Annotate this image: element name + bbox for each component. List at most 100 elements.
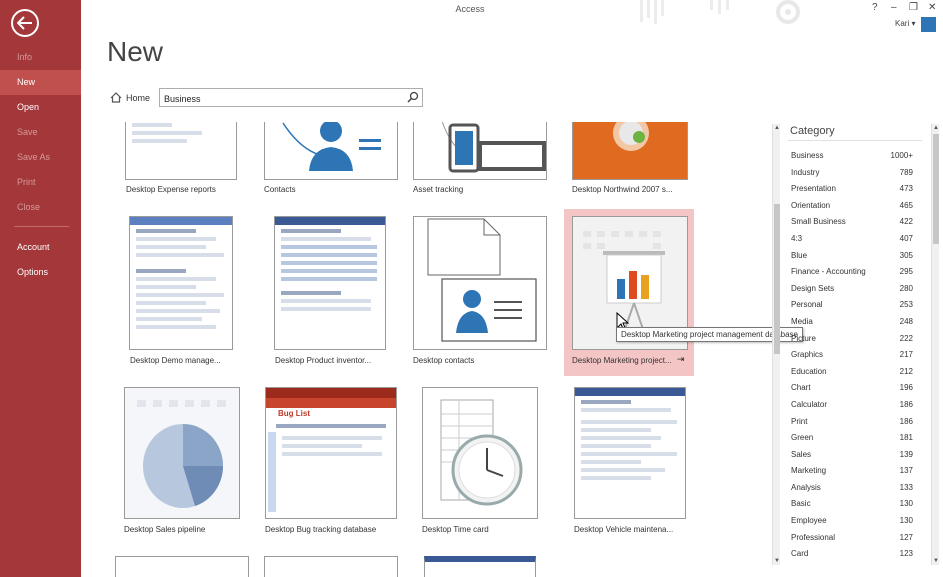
category-name: Card <box>791 549 809 559</box>
category-item[interactable]: Small Business 422 <box>791 216 913 233</box>
category-item[interactable]: Media 248 <box>791 316 913 333</box>
nav-account[interactable]: Account <box>0 235 81 260</box>
user-name[interactable]: Kari ▾ <box>895 19 915 28</box>
category-item[interactable]: Chart 196 <box>791 382 913 399</box>
category-item[interactable]: Sales 139 <box>791 449 913 466</box>
minimize-button[interactable]: – <box>891 2 897 13</box>
scroll-up-arrow-icon[interactable]: ▲ <box>773 124 781 132</box>
computer-icon <box>441 122 546 173</box>
category-name: Chart <box>791 383 811 393</box>
category-name: Education <box>791 366 827 376</box>
nav-save-as[interactable]: Save As <box>0 145 81 170</box>
search-input[interactable] <box>160 90 400 108</box>
back-button[interactable] <box>11 9 39 37</box>
category-item[interactable]: Professional 127 <box>791 532 913 549</box>
category-name: Sales <box>791 449 812 459</box>
help-button[interactable]: ? <box>872 2 878 13</box>
template-thumbnail[interactable] <box>115 556 249 577</box>
template-name: Contacts <box>264 185 296 194</box>
template-thumbnail <box>413 216 547 350</box>
category-item[interactable]: Employee 130 <box>791 515 913 532</box>
category-count: 139 <box>899 449 913 459</box>
title-bar-decoration <box>640 0 800 24</box>
category-item[interactable]: Graphics 217 <box>791 349 913 366</box>
chevron-down-icon: ▾ <box>911 19 916 28</box>
northwind-logo-icon <box>613 122 649 151</box>
close-window-button[interactable]: ✕ <box>928 2 936 13</box>
category-item[interactable]: Blue 305 <box>791 250 913 267</box>
scrollbar-thumb[interactable] <box>933 134 939 244</box>
category-count: 248 <box>899 316 913 326</box>
category-item[interactable]: Industry 789 <box>791 167 913 184</box>
template-thumbnail <box>572 122 688 180</box>
category-count: 407 <box>899 233 913 243</box>
category-name: Industry <box>791 167 820 177</box>
template-name: Desktop Sales pipeline <box>124 525 206 534</box>
template-gallery: Desktop Expense reports Contacts Asset t… <box>110 122 762 577</box>
nav-options[interactable]: Options <box>0 260 81 285</box>
home-label: Home <box>126 92 151 103</box>
search-icon[interactable] <box>407 91 419 103</box>
category-scrollbar[interactable]: ▲ ▼ <box>931 124 939 565</box>
template-name: Desktop Expense reports <box>126 185 216 194</box>
category-list: Business 1000+ Industry 789 Presentation 473 O… <box>791 150 913 565</box>
template-name: Desktop Demo manage... <box>130 356 221 365</box>
category-item[interactable]: Calculator 186 <box>791 399 913 416</box>
category-item[interactable]: Print 186 <box>791 416 913 433</box>
template-name: Desktop Northwind 2007 s... <box>572 185 673 194</box>
avatar[interactable] <box>921 17 936 32</box>
nav-close[interactable]: Close <box>0 195 81 220</box>
category-item[interactable]: 4:3 407 <box>791 233 913 250</box>
category-item[interactable]: Personal 253 <box>791 299 913 316</box>
nav-info[interactable]: Info <box>0 45 81 70</box>
search-box <box>159 88 423 108</box>
restore-button[interactable]: ❐ <box>909 2 918 13</box>
category-name: Blue <box>791 250 808 260</box>
scrollbar-thumb[interactable] <box>774 204 780 354</box>
pin-icon[interactable]: ⇥ <box>677 354 685 365</box>
category-item[interactable]: Orientation 465 <box>791 200 913 217</box>
category-name: Design Sets <box>791 283 835 293</box>
clock-icon <box>440 399 523 506</box>
category-name: 4:3 <box>791 233 803 243</box>
template-thumbnail <box>274 216 386 350</box>
back-arrow-icon <box>17 16 32 30</box>
category-name: Graphics <box>791 350 824 360</box>
scroll-down-arrow-icon[interactable]: ▼ <box>932 557 940 565</box>
category-item[interactable]: Analysis 133 <box>791 482 913 499</box>
category-name: Picture <box>791 333 816 343</box>
category-item[interactable]: Design Sets 280 <box>791 283 913 300</box>
category-name: Analysis <box>791 482 821 492</box>
category-item[interactable]: Green 181 <box>791 432 913 449</box>
category-item[interactable]: Card 123 <box>791 548 913 565</box>
nav-print[interactable]: Print <box>0 170 81 195</box>
template-thumbnail[interactable] <box>424 556 536 577</box>
window-title: Access <box>455 4 485 14</box>
category-item[interactable]: Picture 222 <box>791 333 913 350</box>
nav-open[interactable]: Open <box>0 95 81 120</box>
category-item[interactable]: Education 212 <box>791 366 913 383</box>
category-item[interactable]: Presentation 473 <box>791 183 913 200</box>
category-count: 130 <box>899 516 913 526</box>
category-name: Small Business <box>791 217 846 227</box>
category-name: Finance - Accounting <box>791 267 866 277</box>
nav-new[interactable]: New <box>0 70 81 95</box>
category-count: 465 <box>899 200 913 210</box>
scroll-up-arrow-icon[interactable]: ▲ <box>932 124 940 132</box>
home-link[interactable]: Home <box>110 92 150 103</box>
category-name: Orientation <box>791 200 831 210</box>
category-item[interactable]: Marketing 137 <box>791 465 913 482</box>
category-name: Marketing <box>791 466 827 476</box>
nav-save[interactable]: Save <box>0 120 81 145</box>
category-count: 123 <box>899 549 913 559</box>
gallery-scrollbar[interactable]: ▲ ▼ <box>772 124 780 565</box>
category-item[interactable]: Business 1000+ <box>791 150 913 167</box>
category-count: 127 <box>899 532 913 542</box>
category-item[interactable]: Basic 130 <box>791 498 913 515</box>
sidebar-divider <box>14 226 69 227</box>
scroll-down-arrow-icon[interactable]: ▼ <box>773 557 781 565</box>
category-count: 422 <box>899 217 913 227</box>
category-divider <box>788 140 922 141</box>
category-item[interactable]: Finance - Accounting 295 <box>791 266 913 283</box>
template-thumbnail[interactable] <box>264 556 398 577</box>
